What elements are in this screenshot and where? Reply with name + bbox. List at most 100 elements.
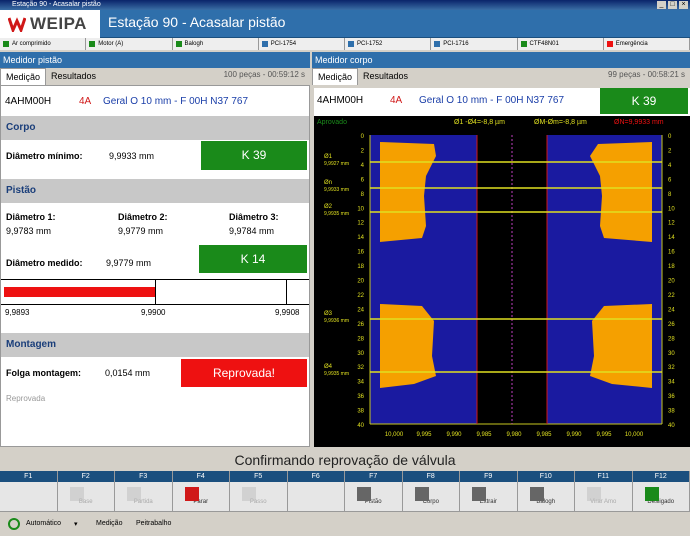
marker-value: 9,9933 mm [324, 187, 349, 193]
tab-resultados-left[interactable]: Resultados [46, 68, 101, 85]
y-tick-right: 38 [668, 409, 675, 415]
y-tick-right: 14 [668, 235, 675, 241]
marker-name: Ø3 [324, 311, 333, 317]
y-tick-right: 20 [668, 279, 675, 285]
y-tick-left: 34 [357, 380, 364, 386]
fkey-f5[interactable]: F5 Passo [230, 471, 288, 511]
tab-medicao-left[interactable]: Medição [0, 68, 47, 85]
right-piece-count: 99 peças - 00:58:21 s [608, 70, 685, 79]
mode-selector[interactable]: Automático [26, 520, 61, 527]
y-tick-left: 28 [357, 336, 364, 342]
function-key-bar: F1 F2 Base F3 Partida F4 Parar F5 Passo F6 F7 Pistã… [0, 471, 690, 511]
tab-medicao-right[interactable]: Medição [312, 68, 359, 85]
fkey-f12[interactable]: F12 Desligado [632, 471, 690, 511]
fkey-f11[interactable]: F11 Virar Amo [575, 471, 633, 511]
status-item: PCI-1752 [345, 38, 432, 50]
marker-value: 9,9927 mm [324, 161, 349, 167]
y-tick-left: 6 [361, 177, 365, 183]
status-indicator-icon [89, 41, 96, 47]
part-class: 4A [79, 96, 92, 107]
marker-name: Ø2 [324, 204, 333, 210]
fkey-label: Virar Amo [590, 499, 617, 505]
legend-1: Ø1 -Ø4=-8,8 µm [454, 119, 505, 126]
medicao-button[interactable]: Medição [96, 520, 122, 527]
x-tick: 9,980 [506, 432, 522, 438]
assembly-note: Reprovada [6, 394, 46, 403]
mode-dropdown-icon[interactable]: ▾ [74, 520, 78, 528]
fkey-f6[interactable]: F6 [287, 471, 345, 511]
fkey-label: Balogh [536, 499, 556, 505]
section-montagem: Montagem [1, 333, 309, 357]
fkey-f9[interactable]: F9 Extrair [460, 471, 518, 511]
min-diameter-value: 9,9933 mm [109, 151, 155, 161]
marker-name: Øn [324, 180, 332, 186]
fkey-f4[interactable]: F4 Parar [172, 471, 230, 511]
marker-name: Ø4 [324, 364, 333, 370]
tolerance-scale [1, 279, 309, 305]
close-button[interactable]: × [679, 1, 688, 9]
status-item: CTF48N01 [518, 38, 604, 50]
y-tick-left: 14 [357, 235, 364, 241]
fkey-f8[interactable]: F8 Corpo [402, 471, 460, 511]
fkey-number: F11 [575, 471, 632, 482]
y-tick-right: 4 [668, 163, 672, 169]
diameter3-label: Diâmetro 3: [229, 212, 279, 222]
y-tick-right: 30 [668, 351, 675, 357]
profile-plot: 0 02 24 46 68 810 1012 1214 1416 1618 1820 2022 2224… [317, 119, 675, 438]
fkey-label: Pistão [364, 499, 382, 505]
maximize-button[interactable]: □ [668, 1, 677, 9]
marker-name: Ø1 [324, 154, 333, 160]
status-item: Balogh [173, 38, 259, 50]
y-tick-right: 36 [668, 394, 675, 400]
min-diameter-label: Diâmetro mínimo: [6, 151, 83, 161]
fkey-label: Parar [193, 499, 209, 505]
right-part-code: 4AHM00H [317, 95, 364, 106]
app-header: WEIPA Estação 90 - Acasalar pistão [0, 10, 690, 38]
fkey-icon [184, 487, 199, 501]
x-tick: 9,985 [536, 432, 552, 438]
fkey-label: Base [78, 499, 93, 505]
fkey-icon [69, 487, 84, 501]
fkey-f10[interactable]: F10 Balogh [517, 471, 575, 511]
minimize-button[interactable]: _ [657, 1, 666, 9]
assembly-status-badge: Reprovada! [181, 359, 307, 387]
y-tick-left: 10 [357, 206, 364, 212]
fkey-number: F3 [115, 471, 172, 482]
y-tick-right: 26 [668, 322, 675, 328]
diameter3-value: 9,9784 mm [229, 226, 275, 236]
fkey-icon [242, 487, 257, 501]
diameter1-value: 9,9783 mm [6, 226, 52, 236]
fkey-f2[interactable]: F2 Base [57, 471, 115, 511]
y-tick-right: 8 [668, 192, 672, 198]
logo-text: WEIPA [30, 14, 87, 33]
right-part-class: 4A [390, 95, 403, 106]
fkey-f7[interactable]: F7 Pistão [345, 471, 403, 511]
clearance-label: Folga montagem: [6, 368, 82, 378]
part-desc: Geral O 10 mm - F 00H N37 767 [103, 96, 249, 107]
fkey-icon [357, 487, 372, 501]
fkey-f3[interactable]: F3 Partida [115, 471, 173, 511]
marker-value: 9,9935 mm [324, 211, 349, 217]
peitrabalho-button[interactable]: Peitrabalho [136, 520, 171, 527]
y-tick-left: 24 [357, 307, 364, 313]
measured-diameter-label: Diâmetro medido: [6, 258, 83, 268]
status-item: Emergência [604, 38, 690, 50]
y-tick-left: 36 [357, 394, 364, 400]
footer-bar: Automático ▾ Medição Peitrabalho [0, 511, 690, 536]
y-tick-left: 22 [357, 293, 364, 299]
fkey-number: F4 [172, 471, 229, 482]
weipa-logo-icon [8, 17, 26, 32]
profile-left-bottom [380, 304, 436, 388]
tab-resultados-right[interactable]: Resultados [358, 68, 413, 85]
tolerance-bar [4, 287, 155, 297]
right-part-row: 4AHM00H 4A Geral O 10 mm - F 00H N37 767… [314, 88, 690, 116]
status-label: Motor (A) [98, 41, 124, 47]
fkey-number: F5 [230, 471, 287, 482]
page-title: Estação 90 - Acasalar pistão [108, 14, 286, 30]
marker-value: 9,9935 mm [324, 371, 349, 377]
status-item: Ar comprimido [0, 38, 87, 50]
status-message-bar: Confirmando reprovação de válvula [0, 450, 690, 470]
fkey-f1[interactable]: F1 [0, 471, 58, 511]
x-tick: 9,995 [596, 432, 612, 438]
status-label: Balogh [184, 41, 204, 47]
